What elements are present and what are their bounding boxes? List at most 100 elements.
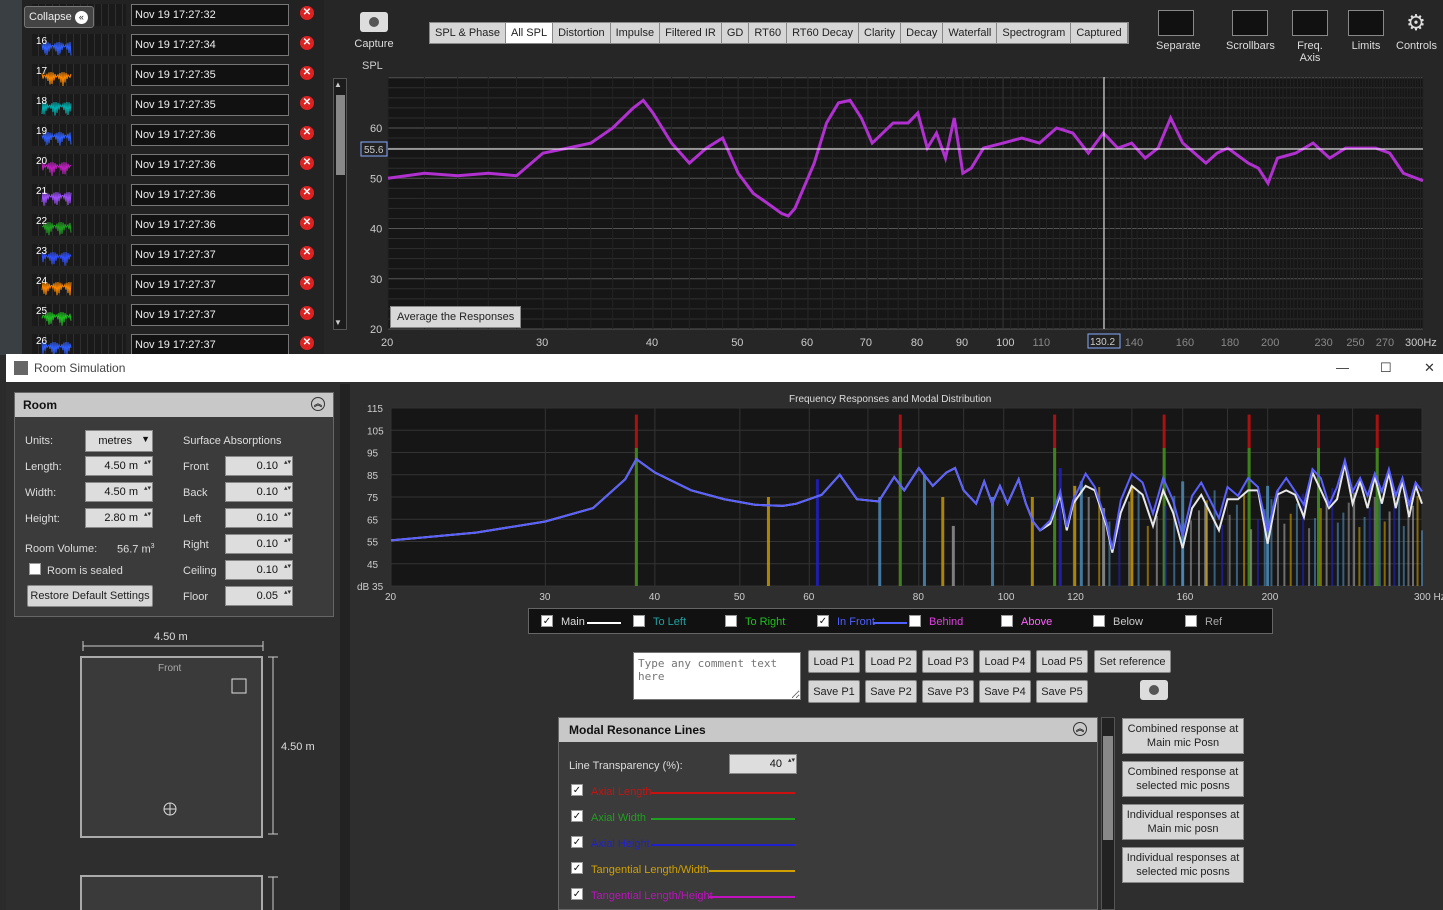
measurement-name-field[interactable]: Nov 19 17:27:32	[131, 4, 289, 26]
measurement-name-field[interactable]: Nov 19 17:27:35	[131, 94, 289, 116]
tab-impulse[interactable]: Impulse	[610, 23, 661, 43]
tab-filtered-ir[interactable]: Filtered IR	[660, 23, 722, 43]
load-p3-button[interactable]: Load P3	[922, 650, 974, 673]
scrollbars-button[interactable]: Scrollbars	[1226, 10, 1275, 52]
absorption-ceiling-input[interactable]: 0.10	[225, 560, 293, 580]
save-p3-button[interactable]: Save P3	[922, 680, 974, 703]
sealed-checkbox[interactable]	[29, 563, 41, 575]
response-mode-button[interactable]: Combined response at selected mic posns	[1122, 761, 1244, 797]
delete-measurement-icon[interactable]: ✕	[300, 246, 314, 260]
response-mode-button[interactable]: Combined response at Main mic Posn	[1122, 718, 1244, 754]
delete-measurement-icon[interactable]: ✕	[300, 156, 314, 170]
panel-splitter[interactable]	[340, 384, 350, 910]
measurement-row[interactable]: 16 Nov 19 17:27:34 ✕	[26, 30, 326, 60]
load-p5-button[interactable]: Load P5	[1036, 650, 1088, 673]
scroll-up-arrow[interactable]: ▲	[334, 80, 342, 89]
load-p4-button[interactable]: Load P4	[979, 650, 1031, 673]
legend-in-front-checkbox[interactable]: ✓	[817, 615, 829, 627]
camera-icon[interactable]	[1140, 680, 1168, 700]
measurement-row[interactable]: 23 Nov 19 17:27:37 ✕	[26, 240, 326, 270]
scrollbar-thumb[interactable]	[336, 95, 345, 175]
separate-button[interactable]: Separate	[1156, 10, 1201, 52]
width-input[interactable]: 4.50 m	[85, 482, 153, 502]
length-input[interactable]: 4.50 m	[85, 456, 153, 476]
legend-ref-checkbox[interactable]	[1185, 615, 1197, 627]
modal-line-checkbox[interactable]: ✓	[571, 784, 583, 796]
measurement-name-field[interactable]: Nov 19 17:27:37	[131, 334, 289, 356]
measurement-row[interactable]: 18 Nov 19 17:27:35 ✕	[26, 90, 326, 120]
modal-line-checkbox[interactable]: ✓	[571, 836, 583, 848]
measurement-name-field[interactable]: Nov 19 17:27:36	[131, 214, 289, 236]
collapse-up-icon[interactable]: ︽	[311, 397, 325, 411]
delete-measurement-icon[interactable]: ✕	[300, 306, 314, 320]
measurement-row[interactable]: 21 Nov 19 17:27:36 ✕	[26, 180, 326, 210]
modal-scrollbar[interactable]	[1101, 717, 1115, 910]
absorption-left-input[interactable]: 0.10	[225, 508, 293, 528]
modal-line-checkbox[interactable]: ✓	[571, 810, 583, 822]
delete-measurement-icon[interactable]: ✕	[300, 126, 314, 140]
delete-measurement-icon[interactable]: ✕	[300, 66, 314, 80]
limits-button[interactable]: Limits	[1346, 10, 1386, 52]
save-p2-button[interactable]: Save P2	[865, 680, 917, 703]
tab-rt60[interactable]: RT60	[749, 23, 788, 43]
height-input[interactable]: 2.80 m	[85, 508, 153, 528]
room-plan[interactable]: 4.50 m Front 4.50 m	[66, 626, 346, 910]
tab-waterfall[interactable]: Waterfall	[943, 23, 998, 43]
minimize-button[interactable]: —	[1336, 360, 1349, 375]
measurement-name-field[interactable]: Nov 19 17:27:35	[131, 64, 289, 86]
legend-behind-checkbox[interactable]	[909, 615, 921, 627]
legend-above-checkbox[interactable]	[1001, 615, 1013, 627]
collapse-button[interactable]: Collapse «	[24, 6, 94, 28]
measurement-name-field[interactable]: Nov 19 17:27:36	[131, 124, 289, 146]
tab-distortion[interactable]: Distortion	[553, 23, 611, 43]
tab-gd[interactable]: GD	[721, 23, 750, 43]
delete-measurement-icon[interactable]: ✕	[300, 336, 314, 350]
load-p2-button[interactable]: Load P2	[865, 650, 917, 673]
tab-spectrogram[interactable]: Spectrogram	[997, 23, 1072, 43]
measurement-name-field[interactable]: Nov 19 17:27:37	[131, 244, 289, 266]
average-responses-button[interactable]: Average the Responses	[390, 306, 522, 328]
tab-clarity[interactable]: Clarity	[859, 23, 902, 43]
comment-input[interactable]	[633, 652, 801, 700]
absorption-floor-input[interactable]: 0.05	[225, 586, 293, 606]
tab-spl-phase[interactable]: SPL & Phase	[430, 23, 507, 43]
restore-defaults-button[interactable]: Restore Default Settings	[27, 585, 153, 607]
tab-captured[interactable]: Captured	[1071, 23, 1128, 43]
measurement-name-field[interactable]: Nov 19 17:27:34	[131, 34, 289, 56]
delete-measurement-icon[interactable]: ✕	[300, 36, 314, 50]
legend-below-checkbox[interactable]	[1093, 615, 1105, 627]
delete-measurement-icon[interactable]: ✕	[300, 6, 314, 20]
transparency-input[interactable]: 40	[729, 754, 797, 774]
measurement-row[interactable]: 24 Nov 19 17:27:37 ✕	[26, 270, 326, 300]
set-reference-button[interactable]: Set reference	[1094, 650, 1171, 673]
tab-rt60-decay[interactable]: RT60 Decay	[787, 23, 859, 43]
tab-all-spl[interactable]: All SPL	[506, 23, 554, 43]
freq-axis-button[interactable]: Freq. Axis	[1290, 10, 1330, 64]
absorption-right-input[interactable]: 0.10	[225, 534, 293, 554]
delete-measurement-icon[interactable]: ✕	[300, 186, 314, 200]
delete-measurement-icon[interactable]: ✕	[300, 216, 314, 230]
legend-to-left-checkbox[interactable]	[633, 615, 645, 627]
capture-button[interactable]: Capture	[352, 12, 396, 50]
delete-measurement-icon[interactable]: ✕	[300, 96, 314, 110]
absorption-front-input[interactable]: 0.10	[225, 456, 293, 476]
units-select[interactable]: metres ▼	[85, 430, 153, 452]
save-p5-button[interactable]: Save P5	[1036, 680, 1088, 703]
modal-line-checkbox[interactable]: ✓	[571, 888, 583, 900]
measurement-name-field[interactable]: Nov 19 17:27:37	[131, 304, 289, 326]
measurement-row[interactable]: 25 Nov 19 17:27:37 ✕	[26, 300, 326, 330]
legend-to-right-checkbox[interactable]	[725, 615, 737, 627]
measurement-row[interactable]: 17 Nov 19 17:27:35 ✕	[26, 60, 326, 90]
maximize-button[interactable]: ☐	[1380, 360, 1392, 376]
measurement-name-field[interactable]: Nov 19 17:27:36	[131, 154, 289, 176]
collapse-up-icon[interactable]: ︽	[1073, 722, 1087, 736]
measurement-row[interactable]: 22 Nov 19 17:27:36 ✕	[26, 210, 326, 240]
legend-main-checkbox[interactable]: ✓	[541, 615, 553, 627]
close-button[interactable]: ✕	[1424, 360, 1435, 376]
save-p4-button[interactable]: Save P4	[979, 680, 1031, 703]
tab-decay[interactable]: Decay	[901, 23, 944, 43]
measurement-name-field[interactable]: Nov 19 17:27:37	[131, 274, 289, 296]
load-p1-button[interactable]: Load P1	[808, 650, 860, 673]
response-mode-button[interactable]: Individual responses at Main mic posn	[1122, 804, 1244, 840]
absorption-back-input[interactable]: 0.10	[225, 482, 293, 502]
